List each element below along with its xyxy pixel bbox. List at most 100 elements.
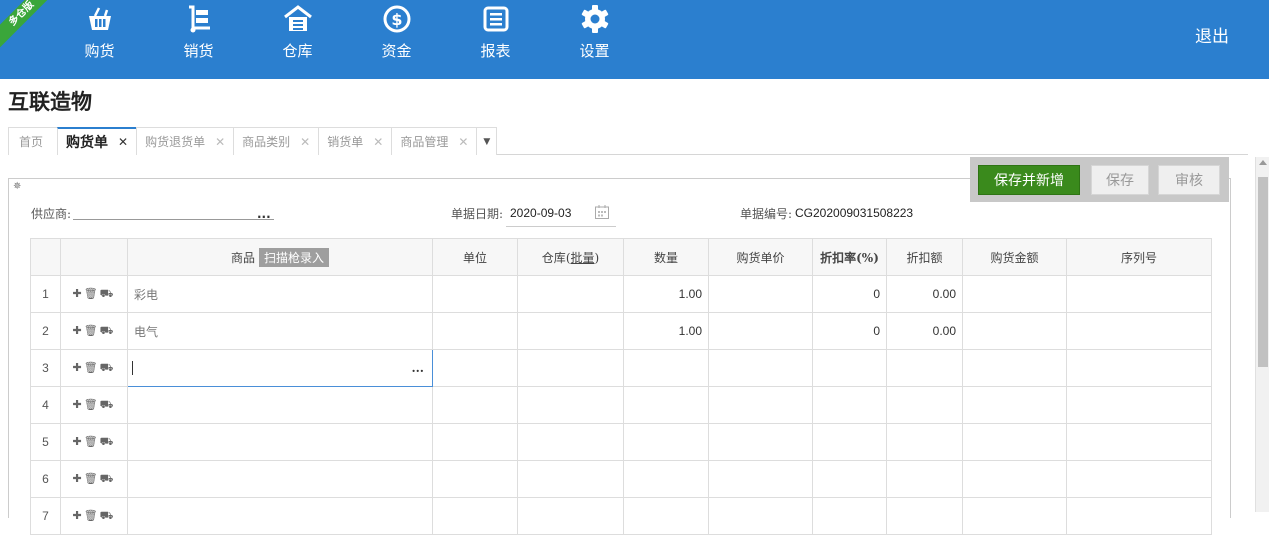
- warehouse-cell[interactable]: [517, 497, 624, 535]
- product-edit-input[interactable]: ...: [127, 349, 433, 387]
- price-cell[interactable]: [708, 275, 813, 313]
- close-icon[interactable]: ✕: [300, 135, 310, 149]
- delete-row-icon[interactable]: 🗑: [84, 287, 100, 300]
- tab-product-management[interactable]: 商品管理 ✕: [391, 127, 478, 155]
- amount-cell[interactable]: [962, 386, 1067, 424]
- serial-cell[interactable]: [1066, 423, 1212, 461]
- product-cell[interactable]: [127, 423, 433, 461]
- add-row-icon[interactable]: ✚: [72, 324, 83, 337]
- price-cell[interactable]: [708, 312, 813, 350]
- price-cell[interactable]: [708, 386, 813, 424]
- delete-row-icon[interactable]: 🗑: [84, 324, 100, 337]
- tab-product-category[interactable]: 商品类别 ✕: [233, 127, 320, 155]
- unit-cell[interactable]: [432, 349, 518, 387]
- unit-cell[interactable]: [432, 460, 518, 498]
- tab-purchase-order[interactable]: 购货单 ✕: [57, 127, 138, 155]
- add-row-icon[interactable]: ✚: [72, 361, 83, 374]
- close-icon[interactable]: ✕: [215, 135, 225, 149]
- scroll-thumb[interactable]: [1258, 177, 1268, 367]
- serial-cell[interactable]: [1066, 386, 1212, 424]
- gear-icon[interactable]: ✵: [13, 181, 21, 192]
- delete-row-icon[interactable]: 🗑: [84, 435, 100, 448]
- nav-warehouse[interactable]: 仓库: [248, 0, 347, 79]
- serial-cell[interactable]: [1066, 497, 1212, 535]
- amount-cell[interactable]: [962, 460, 1067, 498]
- amount-cell[interactable]: [962, 497, 1067, 535]
- discount-amount-cell[interactable]: 0.00: [886, 312, 963, 350]
- vertical-scrollbar[interactable]: [1255, 157, 1269, 512]
- discount-rate-cell[interactable]: 0: [812, 275, 887, 313]
- discount-rate-cell[interactable]: [812, 423, 887, 461]
- nav-settings[interactable]: 设置: [545, 0, 644, 79]
- delete-row-icon[interactable]: 🗑: [84, 472, 100, 485]
- warehouse-cell[interactable]: [517, 275, 624, 313]
- scan-entry-button[interactable]: 扫描枪录入: [259, 247, 330, 267]
- discount-amount-cell[interactable]: 0.00: [886, 275, 963, 313]
- serial-cell[interactable]: [1066, 275, 1212, 313]
- price-cell[interactable]: [708, 497, 813, 535]
- unit-cell[interactable]: [432, 275, 518, 313]
- add-row-icon[interactable]: ✚: [72, 472, 83, 485]
- amount-cell[interactable]: [962, 423, 1067, 461]
- warehouse-cell[interactable]: [517, 460, 624, 498]
- supplier-picker-button[interactable]: ...: [257, 207, 271, 221]
- cart-icon[interactable]: ⛟: [100, 361, 116, 374]
- qty-cell[interactable]: [623, 386, 709, 424]
- warehouse-cell[interactable]: [517, 312, 624, 350]
- close-icon[interactable]: ✕: [458, 135, 468, 149]
- qty-cell[interactable]: 1.00: [623, 312, 709, 350]
- discount-rate-cell[interactable]: [812, 386, 887, 424]
- qty-cell[interactable]: [623, 497, 709, 535]
- unit-cell[interactable]: [432, 497, 518, 535]
- product-cell[interactable]: [127, 497, 433, 535]
- close-icon[interactable]: ✕: [118, 135, 128, 149]
- qty-cell[interactable]: [623, 423, 709, 461]
- product-cell[interactable]: [127, 460, 433, 498]
- delete-row-icon[interactable]: 🗑: [84, 361, 100, 374]
- date-input[interactable]: 2020-09-03: [510, 206, 571, 220]
- serial-cell[interactable]: [1066, 312, 1212, 350]
- serial-cell[interactable]: [1066, 349, 1212, 387]
- calendar-icon[interactable]: [594, 204, 610, 220]
- qty-cell[interactable]: [623, 460, 709, 498]
- discount-rate-cell[interactable]: [812, 349, 887, 387]
- discount-amount-cell[interactable]: [886, 460, 963, 498]
- save-and-new-button[interactable]: 保存并新增: [978, 165, 1080, 195]
- nav-purchase[interactable]: 购货: [50, 0, 149, 79]
- cart-icon[interactable]: ⛟: [100, 398, 116, 411]
- supplier-input[interactable]: [73, 219, 274, 220]
- warehouse-cell[interactable]: [517, 423, 624, 461]
- add-row-icon[interactable]: ✚: [72, 435, 83, 448]
- scroll-up-arrow-icon[interactable]: [1259, 160, 1267, 165]
- add-row-icon[interactable]: ✚: [72, 287, 83, 300]
- amount-cell[interactable]: [962, 275, 1067, 313]
- price-cell[interactable]: [708, 423, 813, 461]
- add-row-icon[interactable]: ✚: [72, 398, 83, 411]
- cart-icon[interactable]: ⛟: [100, 472, 116, 485]
- nav-funds[interactable]: $ 资金: [347, 0, 446, 79]
- cart-icon[interactable]: ⛟: [100, 287, 116, 300]
- product-picker-button[interactable]: ...: [411, 361, 424, 375]
- discount-rate-cell[interactable]: 0: [812, 312, 887, 350]
- amount-cell[interactable]: [962, 349, 1067, 387]
- tab-purchase-return[interactable]: 购货退货单 ✕: [136, 127, 235, 155]
- save-button[interactable]: 保存: [1091, 165, 1149, 195]
- close-icon[interactable]: ✕: [373, 135, 383, 149]
- cart-icon[interactable]: ⛟: [100, 509, 116, 522]
- unit-cell[interactable]: [432, 423, 518, 461]
- nav-sales[interactable]: 销货: [149, 0, 248, 79]
- warehouse-cell[interactable]: [517, 386, 624, 424]
- tab-home[interactable]: 首页: [8, 127, 59, 155]
- serial-cell[interactable]: [1066, 460, 1212, 498]
- unit-cell[interactable]: [432, 386, 518, 424]
- price-cell[interactable]: [708, 349, 813, 387]
- discount-amount-cell[interactable]: [886, 349, 963, 387]
- discount-amount-cell[interactable]: [886, 423, 963, 461]
- discount-amount-cell[interactable]: [886, 497, 963, 535]
- cart-icon[interactable]: ⛟: [100, 324, 116, 337]
- audit-button[interactable]: 审核: [1158, 165, 1220, 195]
- product-cell[interactable]: 电气: [127, 312, 433, 350]
- amount-cell[interactable]: [962, 312, 1067, 350]
- unit-cell[interactable]: [432, 312, 518, 350]
- delete-row-icon[interactable]: 🗑: [84, 509, 100, 522]
